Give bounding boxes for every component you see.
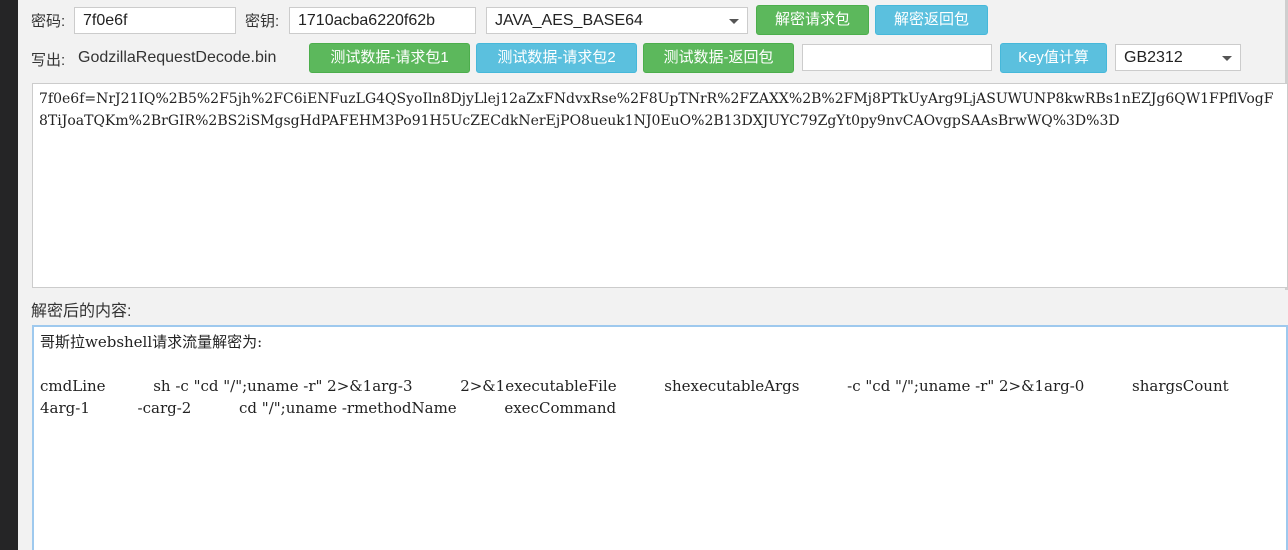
encoding-select[interactable]: GB2312 <box>1115 44 1241 71</box>
decrypt-request-button[interactable]: 解密请求包 <box>756 5 869 35</box>
test-request1-button[interactable]: 测试数据-请求包1 <box>309 43 470 73</box>
encoding-value: GB2312 <box>1124 49 1183 66</box>
key-field[interactable]: 1710acba6220f62b <box>289 7 476 34</box>
encrypted-input-textarea[interactable]: 7f0e6f=NrJ21IQ%2B5%2F5jh%2FC6iENFuzLG4QS… <box>32 83 1288 288</box>
decrypt-response-button[interactable]: 解密返回包 <box>875 5 988 35</box>
decrypted-output-textarea[interactable]: 哥斯拉webshell请求流量解密为: cmdLine sh -c "cd "/… <box>32 325 1288 550</box>
key-label: 密钥: <box>245 13 280 30</box>
key-calc-button[interactable]: Key值计算 <box>1000 43 1107 73</box>
password-field[interactable]: 7f0e6f <box>74 7 236 34</box>
crypto-mode-value: JAVA_AES_BASE64 <box>495 12 643 29</box>
key-calc-input[interactable] <box>802 44 992 71</box>
crypto-mode-select[interactable]: JAVA_AES_BASE64 <box>486 7 748 34</box>
password-label: 密码: <box>31 13 66 30</box>
left-window-edge <box>0 0 18 550</box>
test-request2-button[interactable]: 测试数据-请求包2 <box>476 43 637 73</box>
write-label: 写出: <box>31 52 66 69</box>
output-label: 解密后的内容: <box>31 303 132 320</box>
test-response-button[interactable]: 测试数据-返回包 <box>643 43 794 73</box>
chevron-down-icon <box>1222 56 1232 61</box>
write-filename: GodzillaRequestDecode.bin <box>78 49 277 66</box>
chevron-down-icon <box>729 19 739 24</box>
